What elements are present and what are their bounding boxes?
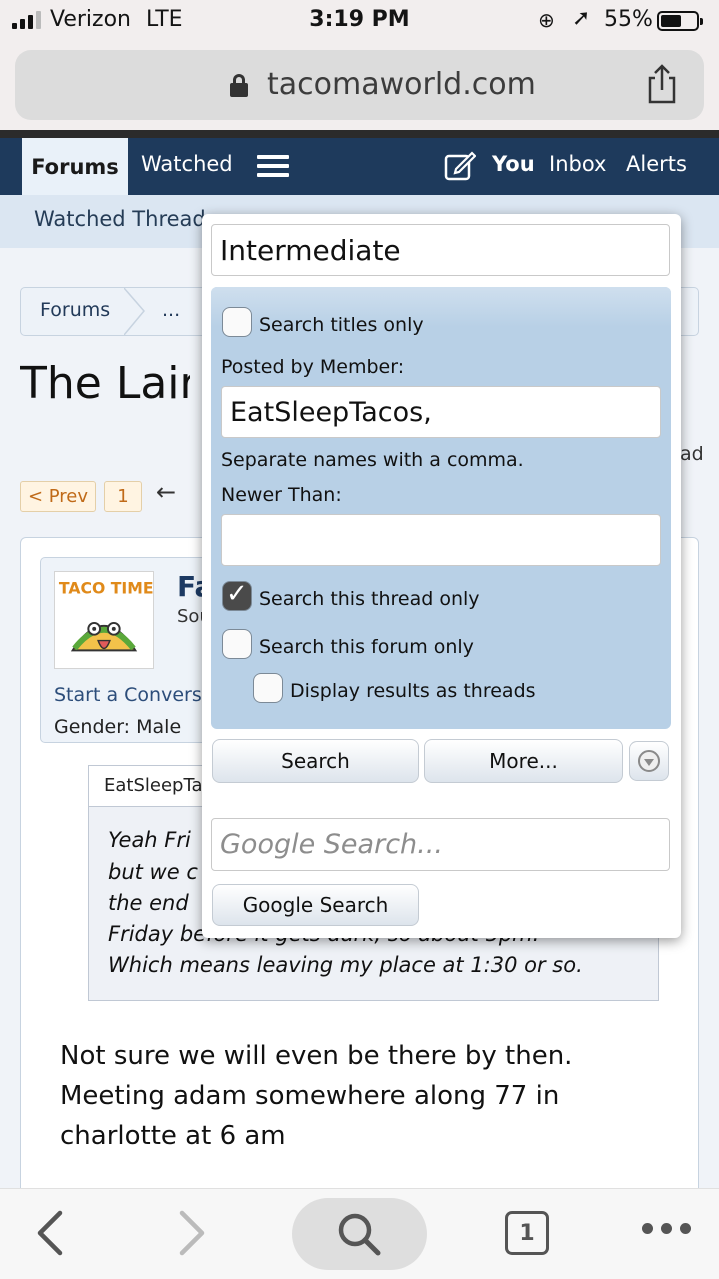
display-as-threads-checkbox[interactable] [253,673,283,703]
breadcrumb-ellipsis[interactable]: ... [162,299,180,321]
breadcrumb-forums[interactable]: Forums [40,299,110,321]
more-options-button[interactable]: More... [424,739,623,783]
nav-alerts[interactable]: Alerts [626,152,687,176]
newer-than-input[interactable] [221,514,661,566]
browser-address-area: tacomaworld.com [0,40,719,130]
start-conversation-link[interactable]: Start a Conversation [54,684,202,706]
more-dropdown-button[interactable] [629,741,669,781]
search-titles-only-checkbox[interactable] [222,307,252,337]
location-arrow-icon: ➚ [572,6,591,31]
pagination-page-1[interactable]: 1 [104,481,142,512]
quote-author[interactable]: EatSleepTacos [104,775,202,796]
pagination-arrow: ← [156,478,177,506]
svg-text:TACO TIME: TACO TIME [59,579,154,598]
post-body-line: charlotte at 6 am [60,1121,286,1151]
display-as-threads-label[interactable]: Display results as threads [290,680,536,702]
subnav-watched-threads[interactable]: Watched Threads [34,207,204,231]
separate-names-hint: Separate names with a comma. [221,449,524,471]
more-icon[interactable] [642,1223,691,1234]
breadcrumb-separator [124,288,145,335]
header-banner-strip [0,130,719,138]
avatar[interactable]: TACO TIME [54,571,154,669]
back-icon[interactable] [30,1208,70,1258]
post-body-line: Meeting adam somewhere along 77 in [60,1081,560,1111]
share-icon[interactable] [645,64,679,104]
search-thread-only-label[interactable]: Search this thread only [259,588,480,610]
quote-line: but we c [108,860,198,884]
pagination-prev[interactable]: < Prev [20,481,96,512]
google-search-input[interactable] [211,818,670,871]
lock-icon [230,74,248,97]
search-forum-only-label[interactable]: Search this forum only [259,636,474,658]
gender-label: Gender: [54,716,131,738]
nav-inbox[interactable]: Inbox [549,152,606,176]
address-bar[interactable]: tacomaworld.com [15,50,704,120]
search-keywords-input[interactable] [211,224,670,276]
search-titles-only-label[interactable]: Search titles only [259,314,424,336]
battery-fill [661,15,681,27]
forward-icon[interactable] [172,1208,212,1258]
quote-line: Which means leaving my place at 1:30 or … [108,953,583,977]
newer-than-label: Newer Than: [221,484,342,506]
posted-by-member-input[interactable] [221,386,661,438]
post-body-line: Not sure we will even be there by then. [60,1041,573,1071]
status-bar: Verizon LTE 3:19 PM ⊕ ➚ 55% [0,0,719,40]
search-options-panel [211,287,671,729]
google-search-button[interactable]: Google Search [212,884,419,926]
search-button-pill[interactable] [292,1198,427,1270]
rotation-lock-icon: ⊕ [538,8,555,32]
tab-watched[interactable]: Watched [141,152,233,176]
nav-you[interactable]: You [492,152,535,176]
url-text[interactable]: tacomaworld.com [267,67,536,102]
search-thread-only-checkbox[interactable] [222,579,252,611]
search-icon [338,1213,381,1256]
tab-forums[interactable]: Forums [22,138,128,195]
thread-tools-fragment[interactable]: ad [680,443,704,465]
gender-value: Male [136,716,182,738]
gender-info: Gender: Male [54,716,181,738]
battery-percent: 55% [604,7,653,32]
quote-line: Yeah Fri [108,828,191,852]
page-title: The Lair [20,358,190,409]
menu-icon[interactable] [257,155,289,177]
compose-icon[interactable] [444,151,476,181]
battery-icon [657,11,703,31]
posted-by-label: Posted by Member: [221,356,405,378]
quote-line: the end [108,891,189,915]
search-forum-only-checkbox[interactable] [222,629,252,659]
search-button[interactable]: Search [212,739,419,783]
tabs-button[interactable]: 1 [505,1211,549,1255]
